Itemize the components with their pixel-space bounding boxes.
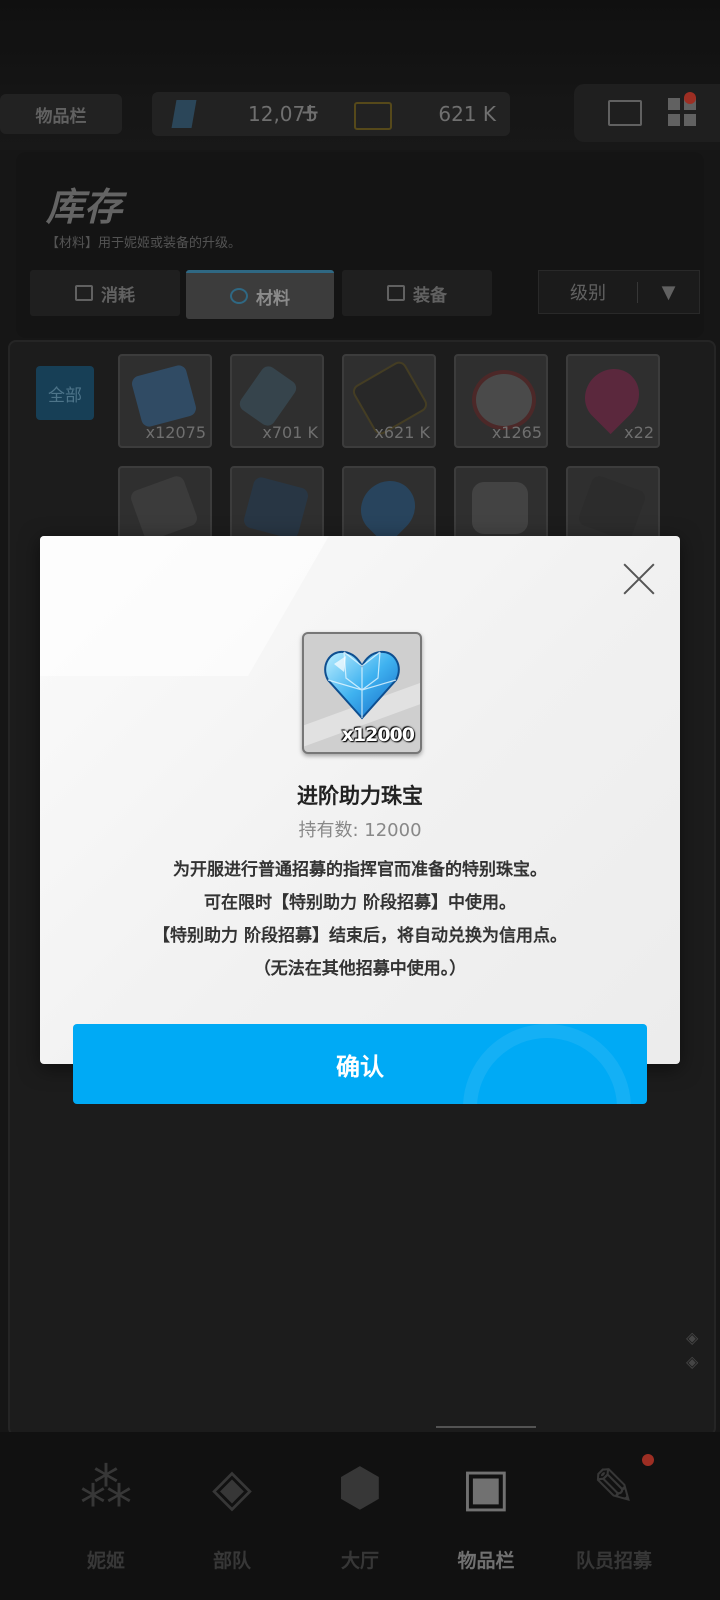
description-line: 【特别助力 阶段招募】结束后，将自动兑换为信用点。 [153,926,567,946]
owned-count: 持有数: 12000 [298,820,422,841]
item-icon-frame: x12000 [302,632,422,754]
description-line: 为开服进行普通招募的指挥官而准备的特别珠宝。 [173,860,547,880]
description-line: 可在限时【特别助力 阶段招募】中使用。 [204,893,516,913]
item-name: 进阶助力珠宝 [297,784,423,808]
confirm-label: 确认 [336,1052,384,1081]
blue-heart-gem-icon [324,650,400,720]
confirm-button[interactable]: 确认 [73,1024,647,1104]
close-icon[interactable] [622,562,656,596]
item-description: 为开服进行普通招募的指挥官而准备的特别珠宝。 可在限时【特别助力 阶段招募】中使… [40,854,680,986]
description-line: （无法在其他招募中使用。） [253,959,467,979]
item-quantity: x12000 [341,724,415,746]
watermark-logo-icon [463,1024,631,1104]
item-detail-dialog: x12000 进阶助力珠宝 持有数: 12000 为开服进行普通招募的指挥官而准… [40,536,680,1064]
